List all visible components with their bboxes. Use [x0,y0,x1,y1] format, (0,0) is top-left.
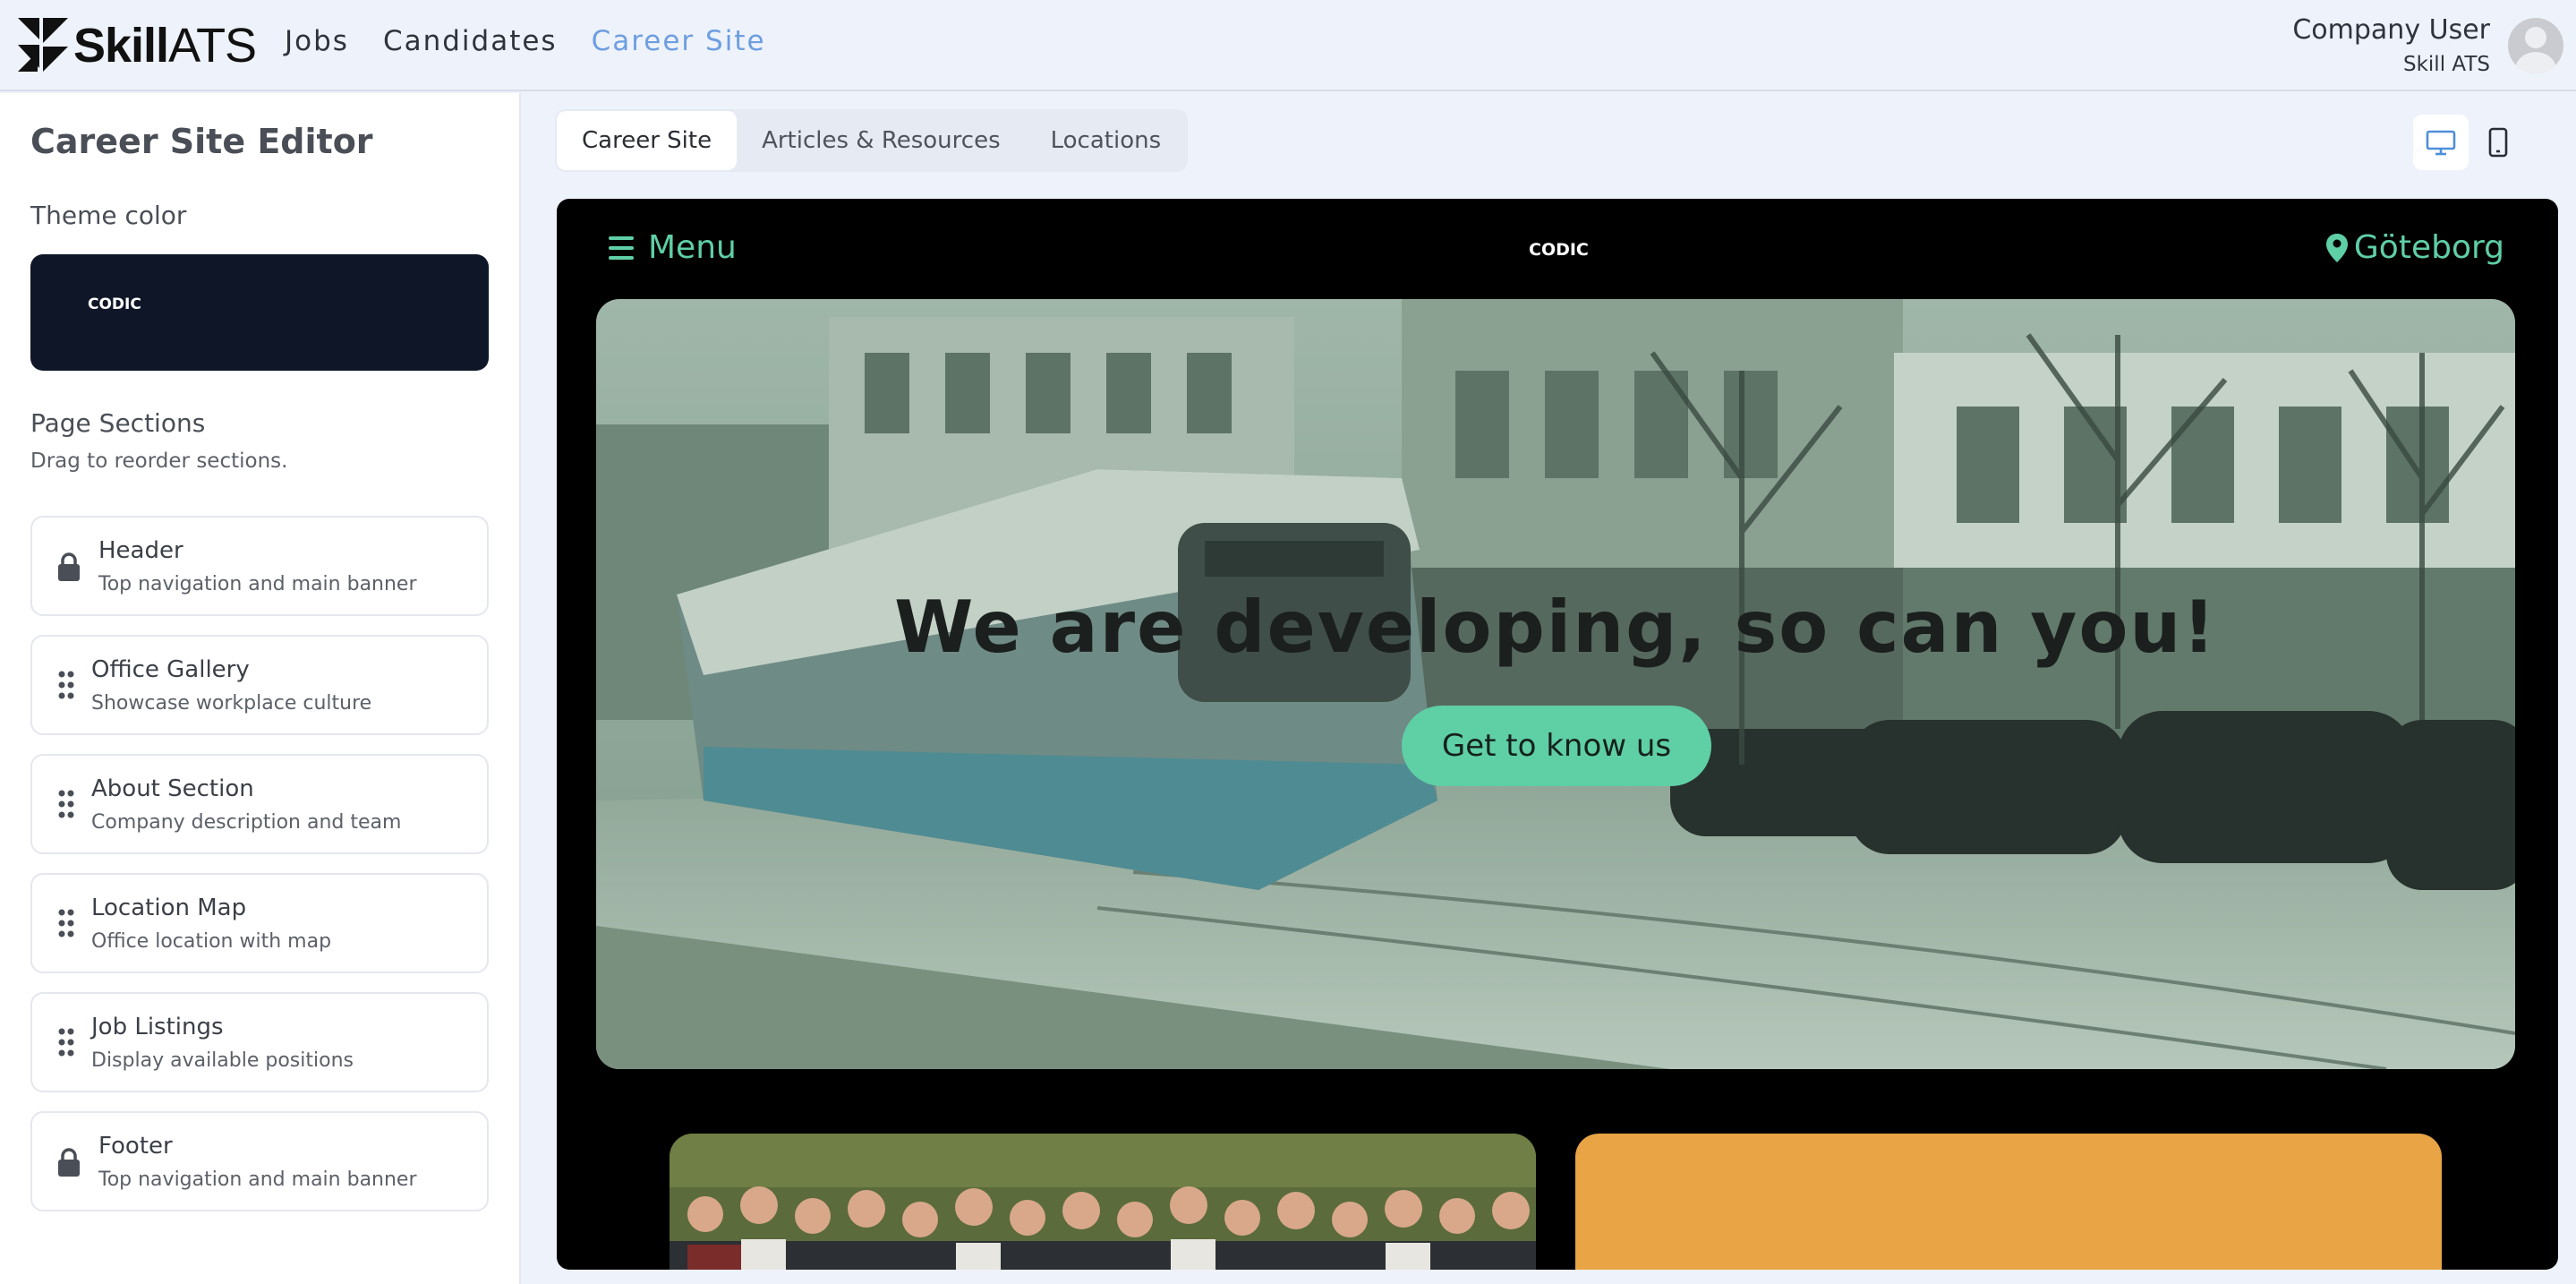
mobile-view-button[interactable] [2470,115,2526,170]
user-company: Skill ATS [2403,53,2490,76]
section-desc: Top navigation and main banner [98,573,417,595]
editor-tabs: Career Site Articles & Resources Locatio… [555,109,1189,172]
map-pin-icon [2325,233,2348,262]
section-title: Office Gallery [91,656,250,683]
editor-sidebar: Career Site Editor Theme color CODIC Pag… [0,93,521,1284]
preview-location-label: Göteborg [2353,229,2504,266]
drag-handle-icon[interactable] [57,669,75,701]
theme-logo: CODIC [88,295,141,313]
section-title: Footer [98,1133,173,1160]
hamburger-icon [609,235,634,260]
app-logo[interactable]: SkillATS [16,16,257,75]
tab-locations[interactable]: Locations [1026,111,1187,170]
preview-location[interactable]: Göteborg [2325,229,2504,266]
section-title: Location Map [91,895,247,921]
preview-logo[interactable]: CODIC [1529,240,1589,260]
nav-candidates[interactable]: Candidates [383,25,558,57]
desktop-view-button[interactable] [2413,115,2469,170]
section-desc: Display available positions [91,1049,354,1072]
nav-jobs[interactable]: Jobs [285,25,349,57]
section-card-office-gallery[interactable]: Office Gallery Showcase workplace cultur… [30,635,489,735]
editor-title: Career Site Editor [30,122,373,161]
section-card-header[interactable]: Header Top navigation and main banner [30,516,489,616]
section-desc: Showcase workplace culture [91,692,372,715]
hero-background-image [596,299,2515,1069]
team-photo-image [670,1134,1536,1270]
section-card-footer[interactable]: Footer Top navigation and main banner [30,1111,489,1211]
section-card-job-listings[interactable]: Job Listings Display available positions [30,992,489,1092]
section-card-location-map[interactable]: Location Map Office location with map [30,873,489,973]
section-desc: Office location with map [91,930,332,953]
theme-color-swatch[interactable]: CODIC [30,254,489,371]
drag-handle-icon[interactable] [57,788,75,820]
nav-career-site[interactable]: Career Site [592,25,766,57]
section-desc: Company description and team [91,811,402,834]
user-info[interactable]: Company User Skill ATS [2292,14,2490,76]
lock-icon [58,1148,80,1177]
top-bar: SkillATS Jobs Candidates Career Site Com… [0,0,2576,91]
tab-articles-resources[interactable]: Articles & Resources [737,111,1026,170]
career-site-preview: Menu CODIC Göteborg We are developing, s… [557,199,2558,1270]
avatar[interactable] [2508,18,2563,73]
section-desc: Top navigation and main banner [98,1168,417,1191]
section-title: Header [98,537,183,564]
mobile-icon [2488,127,2508,158]
tab-career-site[interactable]: Career Site [557,111,738,170]
drag-handle-icon[interactable] [57,1026,75,1058]
hero-banner: We are developing, so can you! Get to kn… [596,299,2515,1069]
app-logo-text: SkillATS [73,19,257,73]
page-sections-hint: Drag to reorder sections. [30,449,288,473]
about-card [1575,1134,2442,1270]
page-sections-label: Page Sections [30,408,206,438]
preview-menu-label: Menu [648,229,737,266]
lock-icon [58,552,80,581]
team-photo [670,1134,1536,1270]
desktop-icon [2426,130,2456,156]
theme-color-label: Theme color [30,201,187,230]
section-title: About Section [91,775,254,802]
skill-logo-icon [18,18,68,72]
section-card-about[interactable]: About Section Company description and te… [30,754,489,854]
get-to-know-us-button[interactable]: Get to know us [1402,706,1711,786]
preview-menu-button[interactable]: Menu [609,229,737,266]
hero-title: We are developing, so can you! [894,586,2217,669]
main-nav: Jobs Candidates Career Site [285,25,800,57]
drag-handle-icon[interactable] [57,907,75,939]
section-title: Job Listings [91,1014,224,1040]
user-name: Company User [2292,14,2490,46]
